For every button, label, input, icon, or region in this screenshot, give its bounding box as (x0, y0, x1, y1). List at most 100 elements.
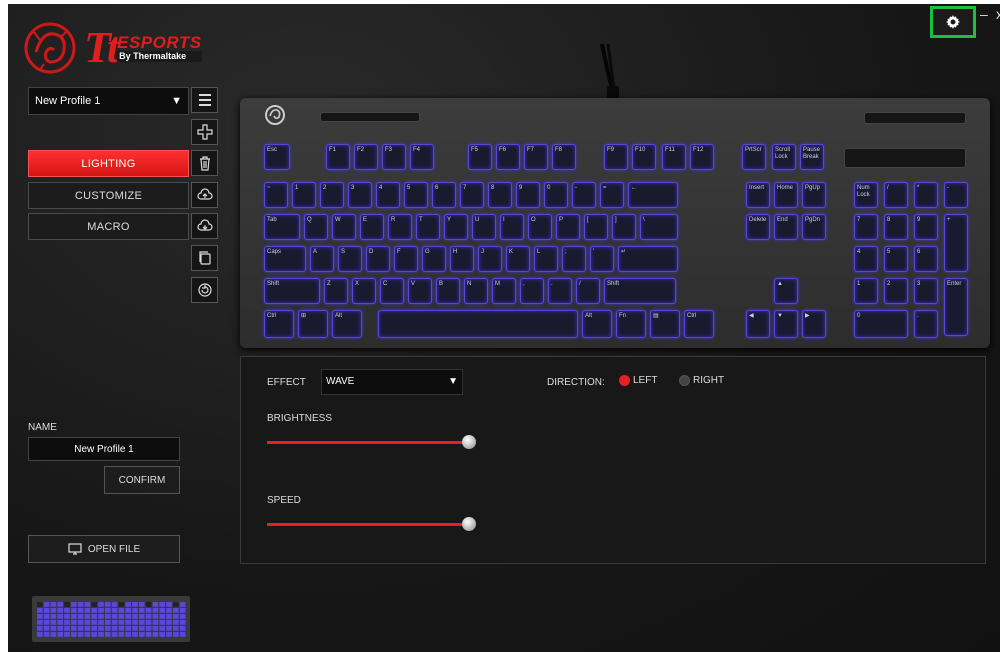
key[interactable]: O (528, 214, 552, 240)
key[interactable]: + (944, 214, 968, 272)
key[interactable]: * (914, 182, 938, 208)
nav-macro[interactable]: MACRO (28, 213, 189, 240)
key[interactable]: End (774, 214, 798, 240)
key[interactable]: N (464, 278, 488, 304)
key[interactable]: = (600, 182, 624, 208)
key[interactable]: Esc (264, 144, 290, 170)
key[interactable]: E (360, 214, 384, 240)
key[interactable]: Scroll Lock (772, 144, 796, 170)
key[interactable]: H (450, 246, 474, 272)
key[interactable]: R (388, 214, 412, 240)
key[interactable]: 4 (376, 182, 400, 208)
key[interactable]: ↵ (618, 246, 678, 272)
key[interactable]: - (572, 182, 596, 208)
copy-profile-button[interactable] (191, 245, 218, 271)
key[interactable]: T (416, 214, 440, 240)
key[interactable]: / (884, 182, 908, 208)
key[interactable]: F8 (552, 144, 576, 170)
key[interactable]: F2 (354, 144, 378, 170)
key[interactable]: Home (774, 182, 798, 208)
key[interactable]: W (332, 214, 356, 240)
key[interactable]: 5 (404, 182, 428, 208)
key[interactable]: F10 (632, 144, 656, 170)
key[interactable]: ~ (264, 182, 288, 208)
key[interactable]: ▶ (802, 310, 826, 338)
direction-right-option[interactable]: RIGHT (673, 375, 724, 386)
key[interactable]: / (576, 278, 600, 304)
key[interactable]: D (366, 246, 390, 272)
key[interactable]: PgDn (802, 214, 826, 240)
key[interactable]: Shift (264, 278, 320, 304)
key[interactable]: 2 (884, 278, 908, 304)
key[interactable]: X (352, 278, 376, 304)
key[interactable]: 0 (544, 182, 568, 208)
key[interactable]: J (478, 246, 502, 272)
key[interactable]: Ctrl (264, 310, 294, 338)
key[interactable]: Q (304, 214, 328, 240)
key[interactable]: ] (612, 214, 636, 240)
key[interactable]: 3 (348, 182, 372, 208)
key[interactable]: 6 (914, 246, 938, 272)
menu-button[interactable] (191, 87, 218, 113)
key[interactable]: 9 (914, 214, 938, 240)
nav-lighting[interactable]: LIGHTING (28, 150, 189, 177)
brightness-slider[interactable] (267, 435, 476, 449)
key[interactable]: 1 (854, 278, 878, 304)
key[interactable]: F3 (382, 144, 406, 170)
key[interactable]: F9 (604, 144, 628, 170)
key[interactable]: P (556, 214, 580, 240)
key[interactable]: 8 (884, 214, 908, 240)
key[interactable]: I (500, 214, 524, 240)
key[interactable]: C (380, 278, 404, 304)
key[interactable]: 7 (854, 214, 878, 240)
open-file-button[interactable]: OPEN FILE (28, 535, 180, 563)
key[interactable]: Enter (944, 278, 968, 336)
key[interactable]: Alt (332, 310, 362, 338)
key[interactable]: S (338, 246, 362, 272)
key[interactable]: Shift (604, 278, 676, 304)
key[interactable]: [ (584, 214, 608, 240)
key[interactable]: F12 (690, 144, 714, 170)
add-profile-button[interactable] (191, 119, 218, 145)
key[interactable]: 7 (460, 182, 484, 208)
slider-thumb[interactable] (462, 435, 476, 449)
key[interactable]: F11 (662, 144, 686, 170)
key[interactable]: PrtScr (742, 144, 766, 170)
key[interactable]: ; (562, 246, 586, 272)
key[interactable]: 4 (854, 246, 878, 272)
speed-slider[interactable] (267, 517, 476, 531)
key[interactable]: Num Lock (854, 182, 878, 208)
key[interactable]: ▲ (774, 278, 798, 304)
key[interactable]: Pause Break (800, 144, 824, 170)
key[interactable]: ◀ (746, 310, 770, 338)
key[interactable]: Z (324, 278, 348, 304)
key[interactable]: 6 (432, 182, 456, 208)
key[interactable]: 2 (320, 182, 344, 208)
key[interactable]: . (548, 278, 572, 304)
key[interactable]: - (944, 182, 968, 208)
key[interactable]: F6 (496, 144, 520, 170)
key[interactable]: Ctrl (684, 310, 714, 338)
key[interactable]: U (472, 214, 496, 240)
direction-left-option[interactable]: LEFT (613, 375, 657, 386)
key[interactable]: ' (590, 246, 614, 272)
key[interactable]: ▼ (774, 310, 798, 338)
key[interactable]: A (310, 246, 334, 272)
minimize-button[interactable]: – (980, 6, 988, 22)
key[interactable]: G (422, 246, 446, 272)
slider-thumb[interactable] (462, 517, 476, 531)
profile-name-input[interactable]: New Profile 1 (28, 437, 180, 461)
key[interactable]: 3 (914, 278, 938, 304)
key[interactable]: , (520, 278, 544, 304)
key[interactable]: 1 (292, 182, 316, 208)
key[interactable]: Fn (616, 310, 646, 338)
profile-select[interactable]: New Profile 1 ▼ (28, 87, 189, 115)
key[interactable]: F1 (326, 144, 350, 170)
key[interactable]: 0 (854, 310, 908, 338)
key[interactable]: . (914, 310, 938, 338)
key[interactable] (378, 310, 578, 338)
delete-profile-button[interactable] (191, 150, 218, 176)
key[interactable]: Tab (264, 214, 300, 240)
effect-select[interactable]: WAVE ▼ (321, 369, 463, 395)
cloud-upload-button[interactable] (191, 182, 218, 208)
